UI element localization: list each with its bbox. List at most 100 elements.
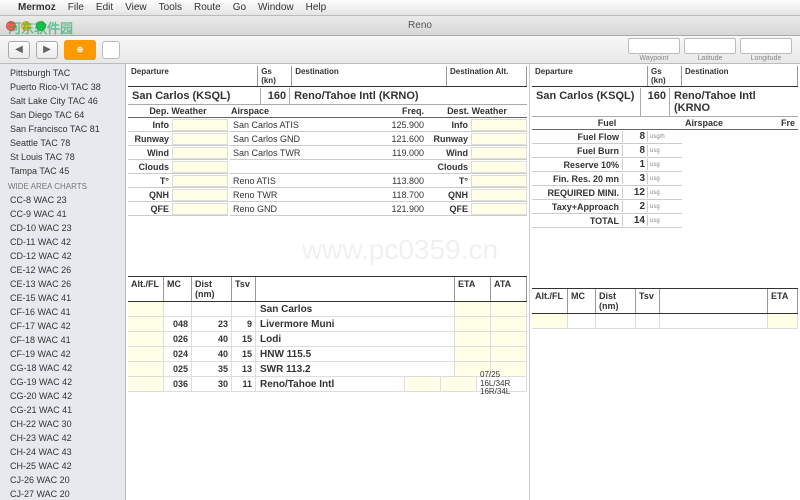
sidebar-item-wac[interactable]: CF-16 WAC 41: [0, 305, 125, 319]
wx-input[interactable]: [172, 147, 228, 159]
menu-edit[interactable]: Edit: [96, 2, 113, 13]
wx-label: T°: [128, 176, 172, 186]
sidebar-item-tac[interactable]: Seattle TAC 78: [0, 136, 125, 150]
close-icon[interactable]: [6, 21, 16, 31]
sidebar-item-wac[interactable]: CH-22 WAC 30: [0, 417, 125, 431]
wx-input[interactable]: [471, 119, 527, 131]
nav-ata[interactable]: [441, 377, 477, 391]
nav-tsv: [232, 302, 256, 316]
app-name[interactable]: Mermoz: [18, 2, 56, 13]
nav-alt[interactable]: [128, 347, 164, 361]
wx-input[interactable]: [471, 161, 527, 173]
sidebar-item-wac[interactable]: CE-15 WAC 41: [0, 291, 125, 305]
wx-input[interactable]: [172, 119, 228, 131]
wx-input[interactable]: [471, 133, 527, 145]
sidebar-item-wac[interactable]: CG-20 WAC 42: [0, 389, 125, 403]
nav-alt[interactable]: [128, 362, 164, 376]
nav-alt[interactable]: [128, 377, 164, 391]
sidebar-item-wac[interactable]: CH-25 WAC 42: [0, 459, 125, 473]
fuel-value[interactable]: 12: [622, 187, 648, 198]
sidebar-item-wac[interactable]: CE-12 WAC 26: [0, 263, 125, 277]
sidebar-item-tac[interactable]: Puerto Rico-VI TAC 38: [0, 80, 125, 94]
hdr-gs: Gs (kn): [258, 66, 292, 86]
waypoint-input[interactable]: [628, 38, 680, 54]
sidebar-item-wac[interactable]: CH-24 WAC 43: [0, 445, 125, 459]
wx-input[interactable]: [471, 203, 527, 215]
nav-ata[interactable]: [491, 302, 527, 316]
nav-alt[interactable]: [128, 302, 164, 316]
nav-alt[interactable]: [128, 332, 164, 346]
wx-input[interactable]: [172, 203, 228, 215]
sidebar-item-wac[interactable]: CF-18 WAC 41: [0, 333, 125, 347]
sidebar-item-wac[interactable]: CH-23 WAC 42: [0, 431, 125, 445]
nav-ata[interactable]: [491, 317, 527, 331]
nav-ata[interactable]: [491, 347, 527, 361]
nav-eta[interactable]: [455, 332, 491, 346]
fuel-value[interactable]: 3: [622, 173, 648, 184]
nav-eta[interactable]: [455, 302, 491, 316]
sidebar-item-tac[interactable]: Tampa TAC 45: [0, 164, 125, 178]
nav-eta[interactable]: [455, 317, 491, 331]
menu-view[interactable]: View: [125, 2, 147, 13]
sidebar-item-tac[interactable]: Salt Lake City TAC 46: [0, 94, 125, 108]
wx-input[interactable]: [172, 161, 228, 173]
gs-value[interactable]: 160: [260, 88, 290, 104]
wx-input[interactable]: [471, 189, 527, 201]
menu-route[interactable]: Route: [194, 2, 221, 13]
wx-input[interactable]: [172, 133, 228, 145]
sidebar-item-wac[interactable]: CD-12 WAC 42: [0, 249, 125, 263]
sidebar-item-wac[interactable]: CG-21 WAC 41: [0, 403, 125, 417]
back-button[interactable]: ◀: [8, 41, 30, 59]
sidebar-item-wac[interactable]: CD-10 WAC 23: [0, 221, 125, 235]
sidebar-item-wac[interactable]: CC-8 WAC 23: [0, 193, 125, 207]
zoom-icon[interactable]: [36, 21, 46, 31]
sidebar-item-wac[interactable]: CF-19 WAC 42: [0, 347, 125, 361]
nav-ata[interactable]: [491, 332, 527, 346]
sidebar-item-wac[interactable]: CE-13 WAC 26: [0, 277, 125, 291]
sidebar-item-wac[interactable]: CJ-26 WAC 20: [0, 473, 125, 487]
menu-tools[interactable]: Tools: [159, 2, 182, 13]
sidebar-item-tac[interactable]: Pittsburgh TAC: [0, 66, 125, 80]
navhdr-dist-r: Dist (nm): [596, 289, 636, 313]
sidebar-item-tac[interactable]: San Diego TAC 64: [0, 108, 125, 122]
longitude-label: Longitude: [740, 55, 792, 62]
sidebar-header-wac: Wide Area Charts: [0, 178, 125, 193]
nav-alt[interactable]: [128, 317, 164, 331]
nav-eta[interactable]: [455, 347, 491, 361]
sidebar-item-wac[interactable]: CJ-27 WAC 20: [0, 487, 125, 500]
hdr-destination-r: Destination: [682, 66, 798, 86]
latitude-input[interactable]: [684, 38, 736, 54]
sidebar-item-wac[interactable]: CD-11 WAC 42: [0, 235, 125, 249]
wx-input[interactable]: [471, 147, 527, 159]
fuel-value[interactable]: 14: [622, 215, 648, 226]
sidebar-item-wac[interactable]: CG-18 WAC 42: [0, 361, 125, 375]
minimize-icon[interactable]: [21, 21, 31, 31]
menu-window[interactable]: Window: [258, 2, 294, 13]
forward-button[interactable]: ▶: [36, 41, 58, 59]
wx-input[interactable]: [471, 175, 527, 187]
menu-file[interactable]: File: [68, 2, 84, 13]
fuel-value[interactable]: 2: [622, 201, 648, 212]
nav-eta[interactable]: [405, 377, 441, 391]
sidebar-item-tac[interactable]: San Francisco TAC 81: [0, 122, 125, 136]
sidebar-item-wac[interactable]: CG-19 WAC 42: [0, 375, 125, 389]
sidebar-item-tac[interactable]: St Louis TAC 78: [0, 150, 125, 164]
fuel-value[interactable]: 8: [622, 131, 648, 142]
sidebar-item-wac[interactable]: CF-17 WAC 42: [0, 319, 125, 333]
fuel-value[interactable]: 1: [622, 159, 648, 170]
toolbar: ◀ ▶ ⊕ Waypoint Latitude Longitude: [0, 36, 800, 64]
wx-input[interactable]: [172, 189, 228, 201]
nav-dist: [192, 302, 232, 316]
fuel-value[interactable]: 8: [622, 145, 648, 156]
tool-icon[interactable]: ⊕: [64, 40, 96, 60]
menu-help[interactable]: Help: [306, 2, 327, 13]
faa-icon[interactable]: [102, 41, 120, 59]
nav-waypoint: San Carlos: [256, 302, 455, 316]
sidebar-item-wac[interactable]: CC-9 WAC 41: [0, 207, 125, 221]
gs-value-r[interactable]: 160: [640, 88, 670, 116]
wx-input[interactable]: [172, 175, 228, 187]
longitude-input[interactable]: [740, 38, 792, 54]
menu-go[interactable]: Go: [233, 2, 246, 13]
sidebar[interactable]: Pittsburgh TACPuerto Rico-VI TAC 38Salt …: [0, 64, 126, 500]
airspace-name: Reno ATIS: [230, 176, 381, 186]
